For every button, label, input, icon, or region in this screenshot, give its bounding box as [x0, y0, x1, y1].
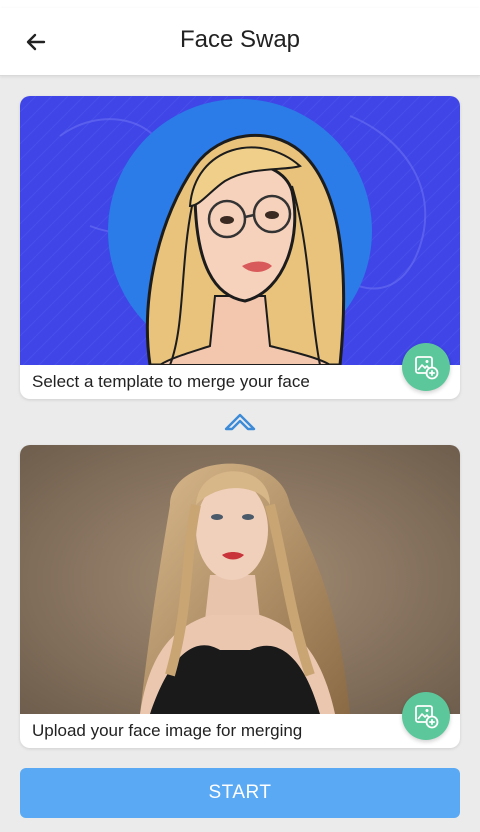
template-caption: Select a template to merge your face — [32, 372, 310, 391]
upload-card[interactable]: Upload your face image for merging — [20, 445, 460, 748]
upload-caption: Upload your face image for merging — [32, 721, 303, 740]
uploaded-face-image — [20, 445, 460, 714]
add-image-icon — [415, 356, 439, 380]
app-bar: Face Swap — [0, 8, 480, 76]
start-button[interactable]: START — [20, 768, 460, 818]
template-image — [20, 96, 460, 365]
add-template-button[interactable] — [402, 343, 450, 391]
template-card[interactable]: Select a template to merge your face — [20, 96, 460, 399]
status-bar — [0, 0, 480, 8]
chevron-up-icon — [222, 410, 258, 434]
page-title: Face Swap — [179, 26, 301, 53]
add-image-icon — [415, 705, 439, 729]
add-face-button[interactable] — [402, 692, 450, 740]
